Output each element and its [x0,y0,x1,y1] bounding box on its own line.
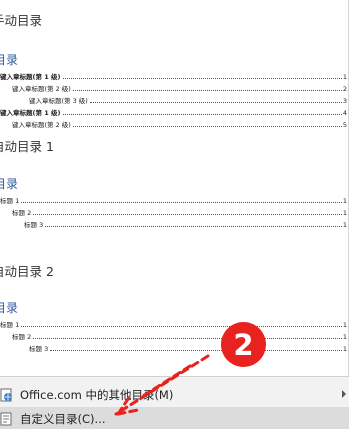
toc-line: 键入章标题(第 1 级) 1 [0,71,347,82]
toc-page-number: 1 [342,209,347,217]
toc-gallery: 手动目录 目录 键入章标题(第 1 级) 1 键入章标题(第 2 级) 2 键入… [0,0,349,376]
toc-leader [72,126,342,127]
toc-line-text: 标题 1 [0,321,20,329]
toc-line-text: 键入章标题(第 1 级) [0,73,61,81]
toc-line-text: 标题 1 [0,197,20,205]
toc-leader [89,102,342,103]
toc-page-number: 4 [342,109,347,117]
toc-page-number: 1 [342,197,347,205]
toc-line-text: 标题 2 [12,209,32,217]
toc-page-number: 2 [342,85,347,93]
toc-leader [33,338,342,339]
office-more-toc-label: Office.com 中的其他目录(M) [20,388,174,402]
toc-line: 标题 2 1 [0,331,347,342]
toc-line: 标题 1 1 [0,195,347,206]
office-more-toc-menu-item[interactable]: Office.com 中的其他目录(M) [0,383,349,407]
toc-title: 目录 [0,177,19,191]
toc-leader [50,350,342,351]
toc-line: 标题 1 1 [0,319,347,330]
gallery-item-auto-toc-1[interactable]: 目录 标题 1 1 标题 2 1 标题 3 1 [0,168,349,238]
toc-leader [21,326,342,327]
custom-toc-menu-item[interactable]: 自定义目录(C)... [0,407,349,429]
toc-line: 标题 3 1 [0,219,347,230]
toc-page-number: 1 [342,333,347,341]
toc-page-number: 1 [342,73,347,81]
toc-line-text: 标题 3 [29,345,49,353]
gallery-item-manual-toc[interactable]: 目录 键入章标题(第 1 级) 1 键入章标题(第 2 级) 2 键入章标题(第… [0,44,349,128]
submenu-arrow-icon [342,390,346,398]
section-header-auto-toc-2: 自动目录 2 [0,264,54,279]
custom-toc-label: 自定义目录(C)... [20,412,106,426]
toc-leader [62,114,342,115]
toc-leader [62,78,342,79]
toc-page-number: 1 [342,321,347,329]
toc-leader [33,214,342,215]
section-header-manual-toc: 手动目录 [0,13,43,28]
gallery-item-auto-toc-2[interactable]: 目录 标题 1 1 标题 2 1 标题 3 1 [0,292,349,362]
section-header-auto-toc-1: 自动目录 1 [0,139,54,154]
step-number-badge: 2 [221,322,266,367]
custom-toc-icon [0,411,14,427]
toc-leader [72,90,342,91]
toc-leader [21,202,342,203]
toc-title: 目录 [0,53,19,67]
toc-line-text: 标题 2 [12,333,32,341]
toc-line-text: 标题 3 [24,221,44,229]
toc-line: 键入章标题(第 2 级) 2 [0,83,347,94]
office-globe-icon [0,387,14,403]
toc-line: 标题 2 1 [0,207,347,218]
toc-line: 键入章标题(第 1 级) 4 [0,107,347,118]
toc-page-number: 3 [342,97,347,105]
toc-page-number: 1 [342,221,347,229]
toc-title: 目录 [0,301,19,315]
toc-line: 键入章标题(第 2 级) 5 [0,119,347,128]
toc-line-text: 键入章标题(第 1 级) [0,109,61,117]
toc-leader [45,226,342,227]
toc-line: 键入章标题(第 3 级) 3 [0,95,347,106]
toc-line: 标题 3 1 [0,343,347,354]
toc-line-text: 键入章标题(第 3 级) [29,97,88,105]
toc-line-text: 键入章标题(第 2 级) [12,121,71,128]
toc-dropdown-menu-footer: Office.com 中的其他目录(M) 自定义目录(C)... [0,376,349,429]
toc-page-number: 5 [342,121,347,128]
toc-page-number: 1 [342,345,347,353]
toc-line-text: 键入章标题(第 2 级) [12,85,71,93]
